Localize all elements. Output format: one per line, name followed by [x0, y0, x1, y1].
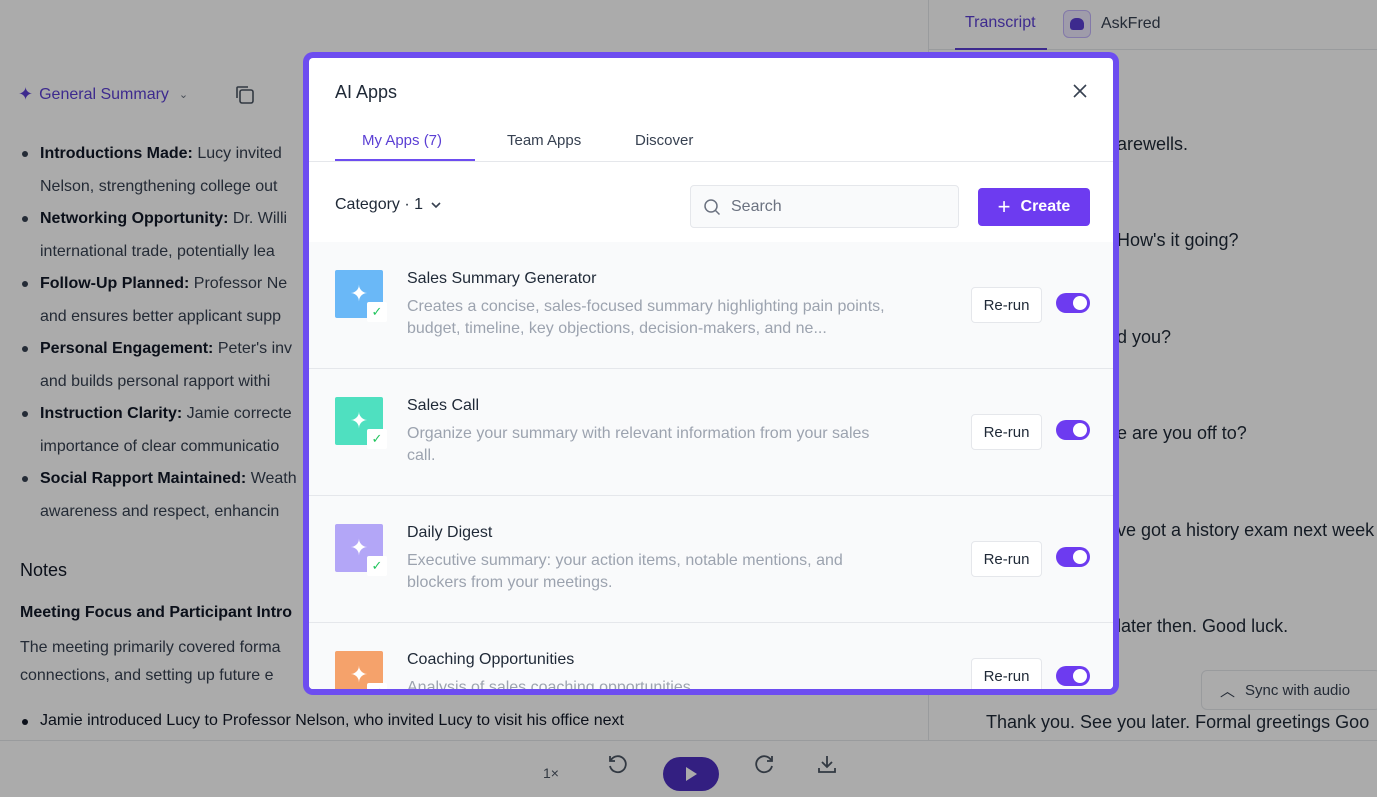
sparkle-icon: ✦✓: [335, 270, 387, 322]
app-description: Analysis of sales coaching opportunities: [407, 679, 691, 689]
tab-my-apps[interactable]: My Apps (7): [362, 132, 442, 149]
search-box[interactable]: [690, 185, 959, 228]
chevron-down-icon: [431, 202, 441, 209]
search-icon: [704, 198, 721, 215]
app-row: ✦✓ Coaching Opportunities Analysis of sa…: [309, 623, 1113, 689]
app-toggle[interactable]: [1056, 547, 1090, 567]
check-icon: ✓: [367, 683, 387, 689]
plus-icon: +: [997, 194, 1011, 219]
check-icon: ✓: [367, 556, 387, 576]
active-tab-underline: [335, 159, 475, 161]
app-description: Organize your summary with relevant info…: [407, 425, 870, 464]
rerun-button[interactable]: Re-run: [971, 658, 1042, 689]
app-name: Daily Digest: [407, 524, 493, 541]
close-icon[interactable]: [1069, 80, 1091, 102]
app-name: Sales Summary Generator: [407, 270, 597, 287]
app-row: ✦ ✓ Daily Digest Executive summary: your …: [309, 496, 1113, 623]
app-toggle[interactable]: [1056, 666, 1090, 686]
sparkle-icon: ✦✓: [335, 651, 387, 689]
app-name: Sales Call: [407, 397, 480, 414]
modal-title: AI Apps: [335, 82, 398, 102]
category-filter[interactable]: Category · 1: [335, 196, 443, 214]
app-row: ✦ ✓ Sales Summary Generator Creates a con…: [309, 242, 1113, 369]
apps-list: ✦ ✓ Sales Summary Generator Creates a con…: [309, 242, 1113, 689]
sparkle-icon: ✦✓: [335, 397, 387, 449]
check-icon: ✓: [367, 302, 387, 322]
modal-tabs: My Apps (7) Team Apps Discover: [309, 118, 1113, 162]
ai-apps-modal-frame: AI Apps My Apps (7) Team Apps Discover C…: [303, 52, 1119, 695]
tab-team-apps[interactable]: Team Apps: [507, 132, 581, 149]
ai-apps-modal: AI Apps My Apps (7) Team Apps Discover C…: [309, 58, 1113, 689]
app-toggle[interactable]: [1056, 293, 1090, 313]
app-description: Creates a concise, sales-focused summary…: [407, 298, 885, 337]
rerun-button[interactable]: Re-run: [971, 287, 1042, 323]
app-description: Executive summary: your action items, no…: [407, 552, 843, 591]
app-row: ✦ ✓ Sales Call Organize your summary with…: [309, 369, 1113, 496]
rerun-button[interactable]: Re-run: [971, 541, 1042, 577]
app-toggle[interactable]: [1056, 420, 1090, 440]
create-button[interactable]: + Create: [978, 188, 1090, 226]
rerun-button[interactable]: Re-run: [971, 414, 1042, 450]
sparkle-icon: ✦✓: [335, 524, 387, 576]
search-input[interactable]: [731, 197, 931, 216]
tab-discover[interactable]: Discover: [635, 132, 693, 149]
app-name: Coaching Opportunities: [407, 651, 575, 668]
check-icon: ✓: [367, 429, 387, 449]
